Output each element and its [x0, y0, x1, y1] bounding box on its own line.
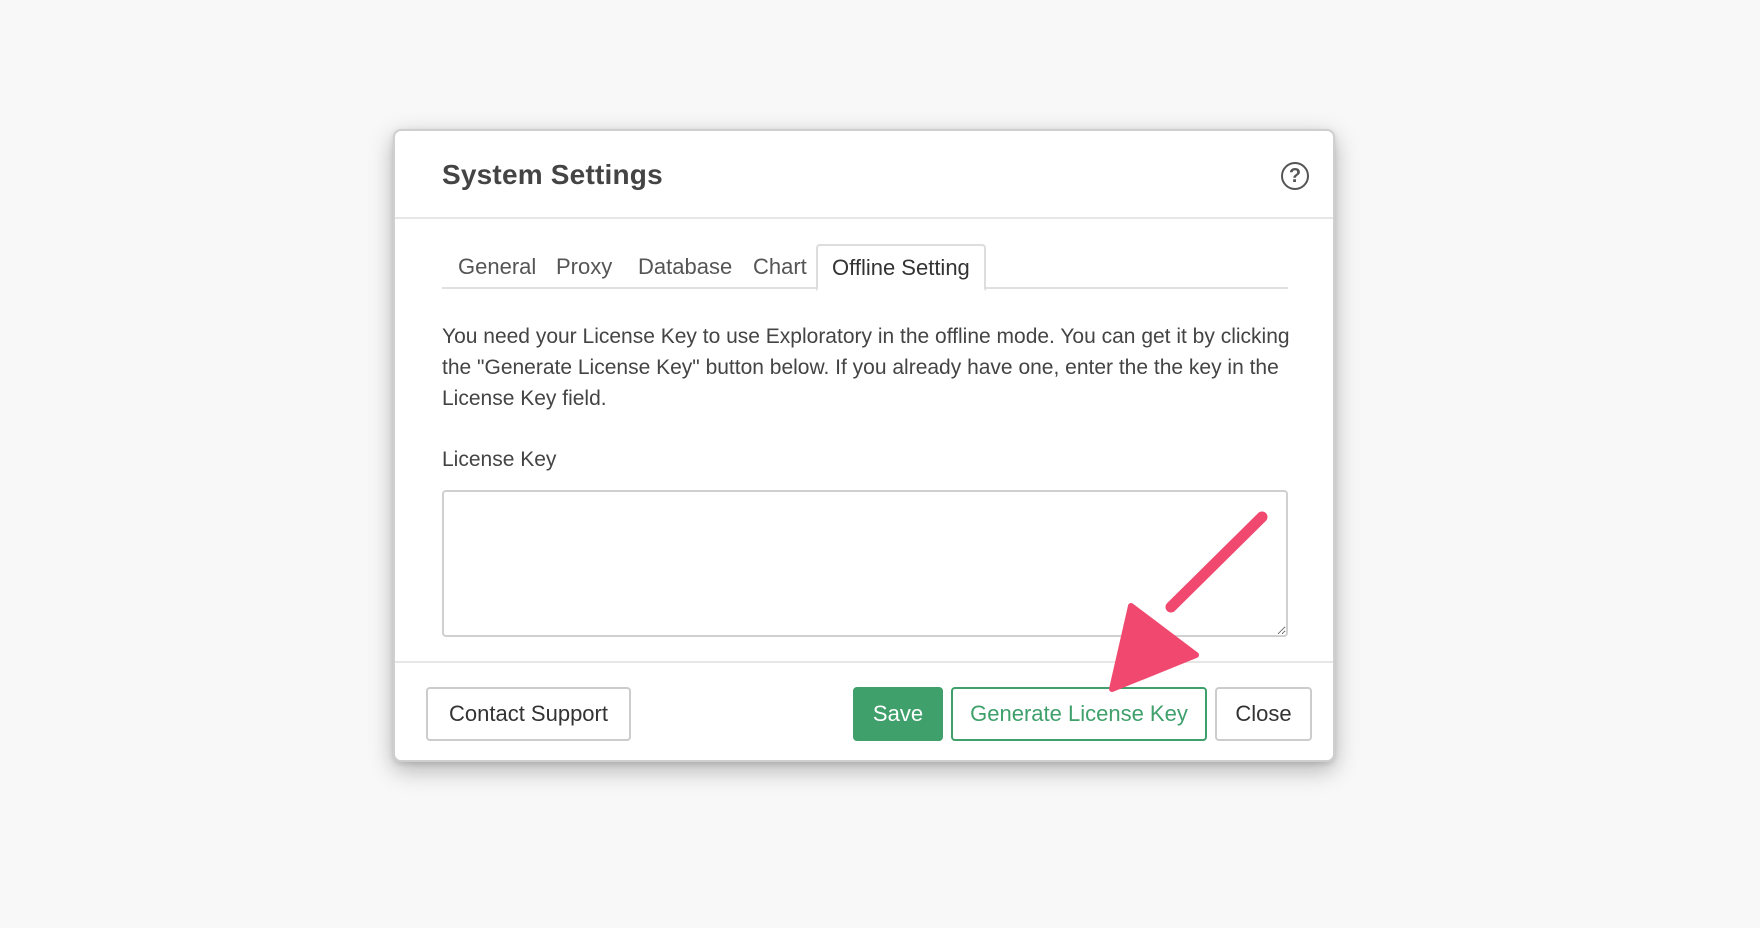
- tab-general[interactable]: General: [442, 244, 552, 289]
- dialog-footer: Contact Support Save Generate License Ke…: [395, 661, 1333, 762]
- system-settings-dialog: System Settings ? General Proxy Database…: [393, 129, 1335, 762]
- offline-description: You need your License Key to use Explora…: [442, 325, 1290, 410]
- dialog-title: System Settings: [442, 159, 663, 190]
- settings-tabs: General Proxy Database Chart Offline Set…: [442, 244, 1288, 291]
- license-key-textarea[interactable]: [442, 490, 1288, 637]
- dialog-header: System Settings ?: [395, 131, 1333, 219]
- save-button[interactable]: Save: [853, 687, 943, 741]
- tab-database[interactable]: Database: [622, 244, 748, 289]
- close-button[interactable]: Close: [1215, 687, 1312, 741]
- question-circle-icon[interactable]: ?: [1281, 162, 1309, 190]
- tab-chart[interactable]: Chart: [737, 244, 823, 289]
- license-key-label: License Key: [442, 448, 557, 471]
- tab-offline-setting[interactable]: Offline Setting: [816, 244, 986, 291]
- contact-support-button[interactable]: Contact Support: [426, 687, 631, 741]
- generate-license-key-button[interactable]: Generate License Key: [951, 687, 1207, 741]
- tab-proxy[interactable]: Proxy: [540, 244, 628, 289]
